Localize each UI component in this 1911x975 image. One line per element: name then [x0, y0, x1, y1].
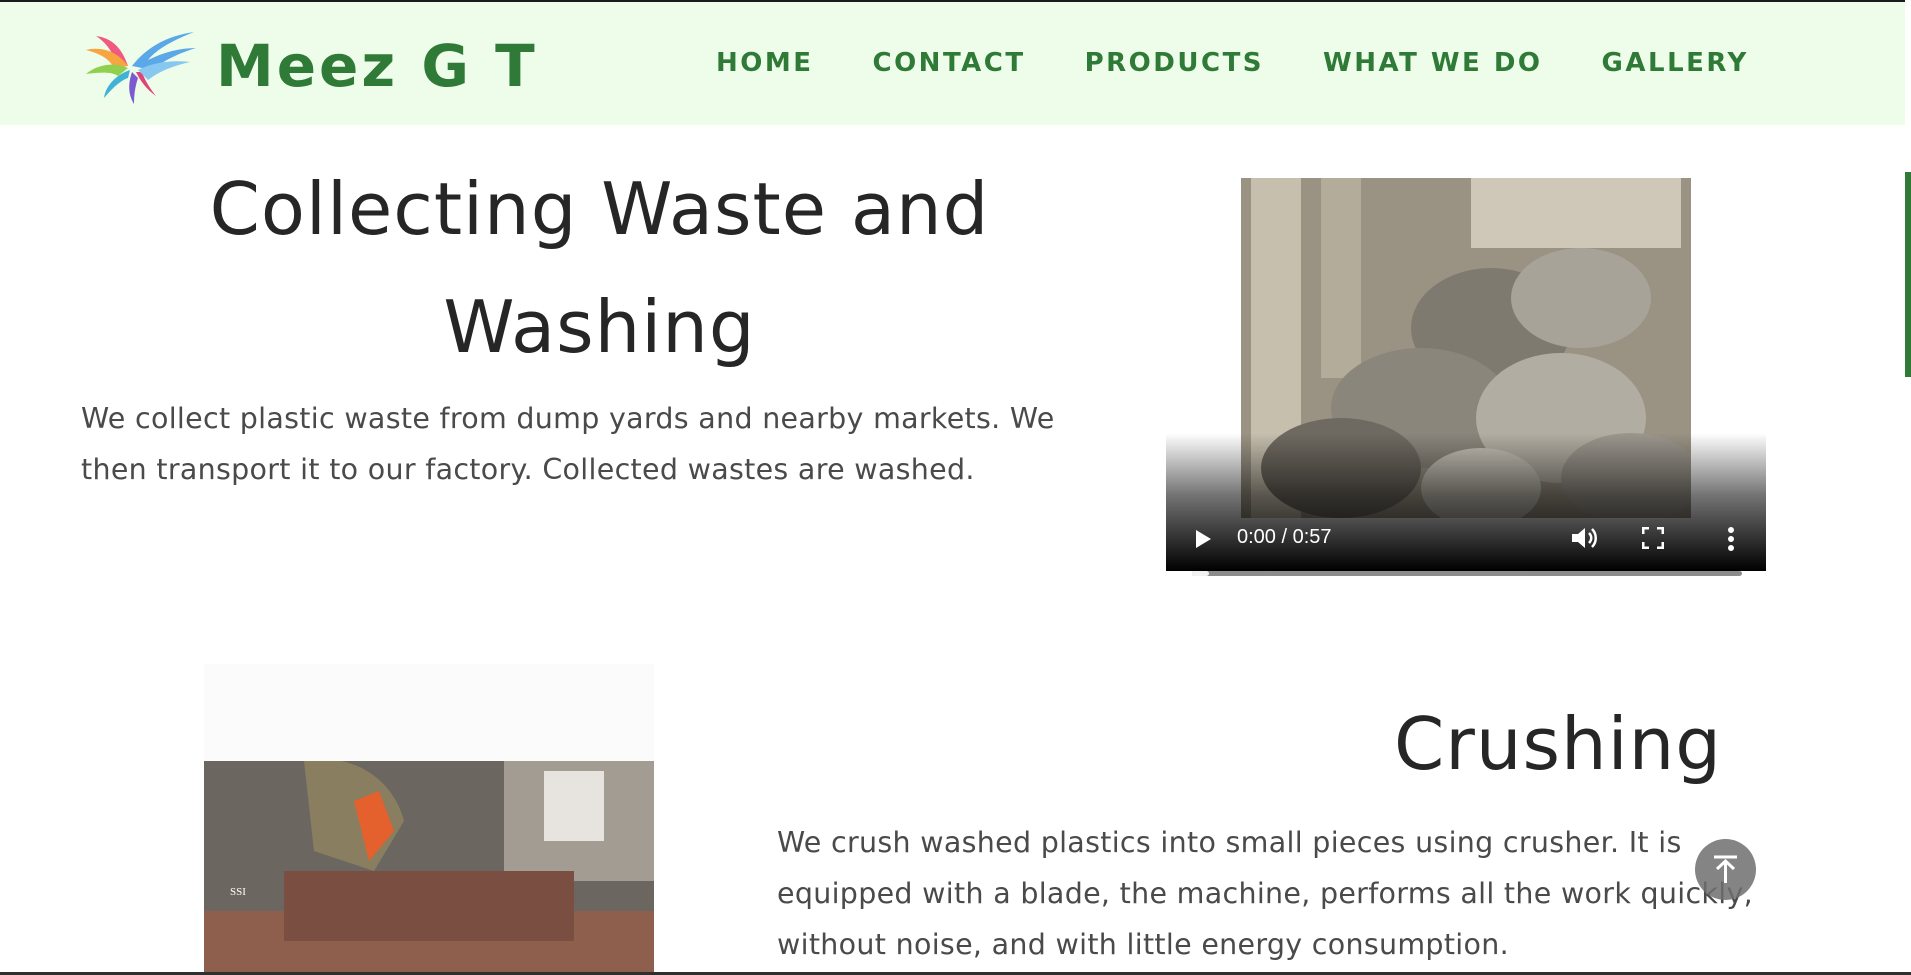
- section-title-collecting: Collecting Waste and Washing: [82, 150, 1117, 386]
- play-icon[interactable]: [1196, 530, 1211, 548]
- section-title-line2: Washing: [443, 285, 756, 369]
- section-description-crushing: We crush washed plastics into small piec…: [777, 826, 1753, 961]
- video-progress-fill: [1192, 571, 1209, 576]
- section-title-line1: Collecting Waste and: [209, 167, 990, 251]
- site-header: Meez G T HOME CONTACT PRODUCTS WHAT WE D…: [0, 0, 1905, 125]
- volume-icon[interactable]: [1570, 525, 1598, 551]
- nav-products[interactable]: PRODUCTS: [1085, 48, 1264, 78]
- arrow-up-to-top-icon: [1714, 855, 1737, 883]
- video-time: 0:00 / 0:57: [1237, 526, 1332, 548]
- crushing-image: SSI: [204, 664, 654, 975]
- nav-what-we-do[interactable]: WHAT WE DO: [1323, 48, 1543, 78]
- crushing-photo: SSI: [204, 759, 654, 975]
- nav-gallery[interactable]: GALLERY: [1602, 48, 1749, 78]
- crushing-photo-art: SSI: [204, 759, 654, 975]
- nav-contact[interactable]: CONTACT: [873, 48, 1026, 78]
- logo-link[interactable]: Meez G T: [82, 26, 538, 106]
- video-controls: 0:00 / 0:57: [1166, 433, 1766, 576]
- section-description-collecting: We collect plastic waste from dump yards…: [81, 402, 1055, 486]
- more-options-icon[interactable]: [1727, 526, 1735, 552]
- fullscreen-icon[interactable]: [1642, 527, 1664, 549]
- main-nav: HOME CONTACT PRODUCTS WHAT WE DO GALLERY: [716, 48, 1808, 78]
- bird-logo-icon: [86, 32, 196, 104]
- nav-home[interactable]: HOME: [716, 48, 814, 78]
- brand-name: Meez G T: [216, 32, 538, 100]
- scroll-accent-bar: [1905, 172, 1911, 377]
- page: Meez G T HOME CONTACT PRODUCTS WHAT WE D…: [0, 0, 1911, 975]
- video-progress-bar[interactable]: [1192, 571, 1742, 576]
- scroll-to-top-button[interactable]: [1695, 839, 1756, 900]
- section-title-crushing: Crushing: [1394, 702, 1722, 786]
- video-player[interactable]: 0:00 / 0:57: [1166, 178, 1766, 576]
- photo-watermark: SSI: [230, 886, 246, 898]
